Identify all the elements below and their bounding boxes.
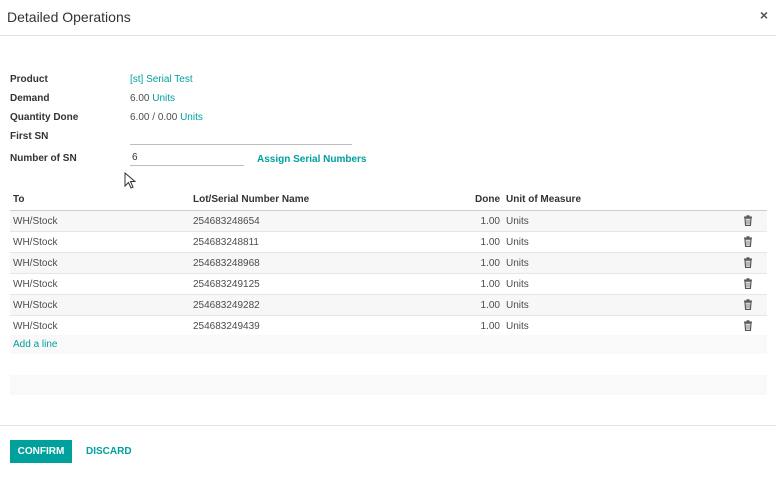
table-header: To Lot/Serial Number Name Done Unit of M… [10,190,767,211]
move-lines-table: To Lot/Serial Number Name Done Unit of M… [10,190,767,337]
table-row[interactable]: WH/Stock 254683249125 1.00 Units [10,274,767,295]
cell-uom: Units [506,258,529,269]
header-to[interactable]: To [13,194,24,205]
number-of-sn-label: Number of SN [10,153,77,164]
cell-lot: 254683248968 [193,258,260,269]
discard-button[interactable]: DISCARD [80,440,138,463]
cell-done: 1.00 [480,279,500,290]
trash-icon[interactable] [743,320,753,331]
cell-lot: 254683248654 [193,216,260,227]
close-icon[interactable]: × [760,7,768,23]
header-lot[interactable]: Lot/Serial Number Name [193,194,309,205]
quantity-done-uom-link[interactable]: Units [180,112,203,123]
cell-done: 1.00 [480,258,500,269]
assign-serial-numbers-button[interactable]: Assign Serial Numbers [257,154,366,165]
cell-uom: Units [506,321,529,332]
first-sn-label: First SN [10,131,49,142]
cell-to: WH/Stock [13,321,58,332]
cell-uom: Units [506,300,529,311]
trash-icon[interactable] [743,278,753,289]
demand-label: Demand [10,93,50,104]
demand-uom-link[interactable]: Units [152,93,175,104]
table-row[interactable]: WH/Stock 254683248654 1.00 Units [10,211,767,232]
cell-uom: Units [506,237,529,248]
cell-uom: Units [506,216,529,227]
add-line-link[interactable]: Add a line [13,339,57,350]
cell-to: WH/Stock [13,300,58,311]
dialog-header: Detailed Operations × [0,0,776,36]
empty-row [10,375,767,395]
cell-to: WH/Stock [13,237,58,248]
trash-icon[interactable] [743,215,753,226]
cell-to: WH/Stock [13,258,58,269]
trash-icon[interactable] [743,236,753,247]
trash-icon[interactable] [743,299,753,310]
cell-lot: 254683249282 [193,300,260,311]
number-of-sn-input[interactable] [130,152,244,166]
quantity-done-separator: / [152,112,156,123]
cell-lot: 254683248811 [193,237,259,248]
cell-done: 1.00 [480,321,500,332]
table-row[interactable]: WH/Stock 254683249439 1.00 Units [10,316,767,337]
add-line-row: Add a line [10,335,767,354]
product-link[interactable]: [st] Serial Test [130,74,193,85]
dialog-footer [0,425,776,426]
quantity-done-qty: 6.00 [130,112,150,123]
trash-icon[interactable] [743,257,753,268]
cell-done: 1.00 [480,237,500,248]
demand-qty: 6.00 [130,93,150,104]
table-row[interactable]: WH/Stock 254683248968 1.00 Units [10,253,767,274]
quantity-done-total: 0.00 [157,112,178,123]
cell-done: 1.00 [480,300,500,311]
cell-done: 1.00 [480,216,500,227]
quantity-done-value: 6.00 / 0.00 Units [130,112,203,123]
mouse-pointer-icon [124,172,137,189]
confirm-button[interactable]: CONFIRM [10,440,72,463]
table-body: WH/Stock 254683248654 1.00 Units WH/Stoc… [10,211,767,337]
first-sn-input[interactable] [130,131,352,145]
cell-lot: 254683249439 [193,321,260,332]
table-row[interactable]: WH/Stock 254683248811 1.00 Units [10,232,767,253]
product-label: Product [10,74,48,85]
cell-to: WH/Stock [13,216,58,227]
header-uom[interactable]: Unit of Measure [506,194,581,205]
quantity-done-label: Quantity Done [10,112,79,123]
cell-uom: Units [506,279,529,290]
table-row[interactable]: WH/Stock 254683249282 1.00 Units [10,295,767,316]
cell-to: WH/Stock [13,279,58,290]
cell-lot: 254683249125 [193,279,260,290]
demand-value: 6.00 Units [130,93,175,104]
header-done[interactable]: Done [430,194,500,205]
dialog-title: Detailed Operations [7,9,131,25]
